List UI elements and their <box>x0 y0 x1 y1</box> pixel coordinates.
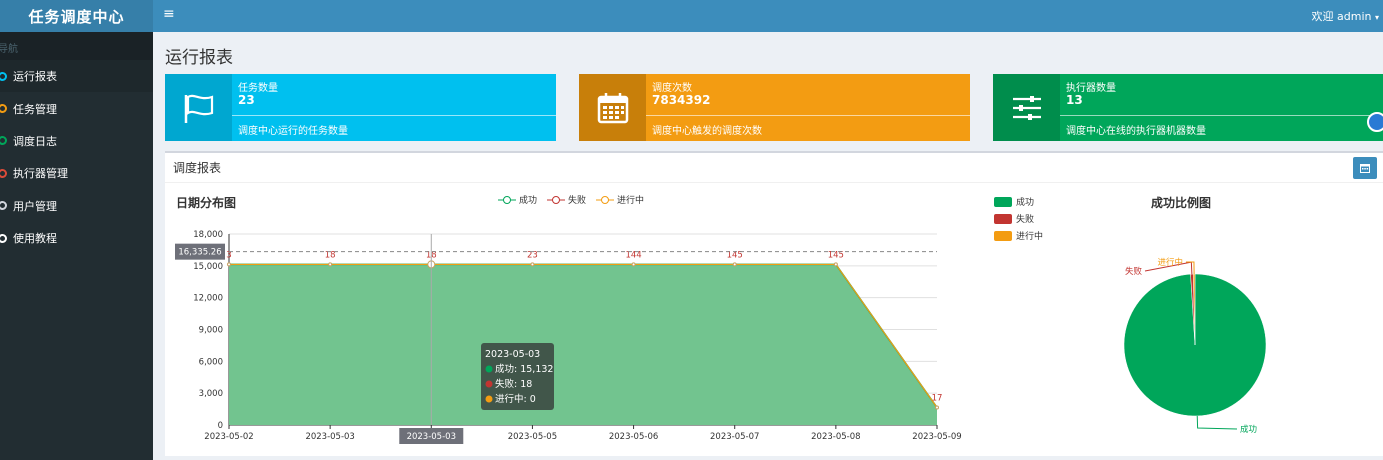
info-box-progress <box>232 115 556 116</box>
data-point[interactable] <box>328 262 333 267</box>
info-box-label: 任务数量 <box>238 83 278 94</box>
chart-tooltip: 2023-05-03 成功: 15,132 失败: 18 进行中: 0 <box>481 343 554 410</box>
sliders-icon <box>993 74 1060 141</box>
tooltip-marker <box>485 395 493 403</box>
main-content: 运行报表 任务数量 23 调度中心运行的任务数量 调度次数 7834392 调度中心触发的… <box>153 32 1383 460</box>
sidebar-item[interactable]: 运行报表 <box>0 60 153 93</box>
circle-icon <box>0 233 7 243</box>
user-menu[interactable]: 欢迎 admin ▾ <box>1312 8 1379 24</box>
info-box: 执行器数量 13 调度中心在线的执行器机器数量 <box>993 74 1383 141</box>
info-box-body: 执行器数量 13 调度中心在线的执行器机器数量 <box>1060 74 1383 141</box>
x-tick-label: 2023-05-08 <box>811 432 860 442</box>
data-point[interactable] <box>227 262 231 267</box>
info-box: 调度次数 7834392 调度中心触发的调度次数 <box>579 74 970 141</box>
y-tick-label: 18,000 <box>193 230 223 240</box>
x-tick-label: 2023-05-03 <box>305 432 354 442</box>
tooltip-line: 成功: 15,132 <box>495 363 553 375</box>
app-logo[interactable]: 任务调度中心 <box>0 0 153 32</box>
page-title: 运行报表 <box>165 48 233 68</box>
flag-icon <box>165 74 232 141</box>
menu-toggle-icon[interactable]: ≡ <box>163 6 175 22</box>
sidebar-item-label: 运行报表 <box>13 70 57 84</box>
tooltip-marker <box>485 365 493 373</box>
info-box-description: 调度中心触发的调度次数 <box>652 126 762 137</box>
circle-icon <box>0 168 7 178</box>
data-point[interactable] <box>833 262 838 267</box>
user-greeting: 欢迎 admin <box>1311 10 1372 23</box>
tooltip-line: 进行中: 0 <box>495 393 536 405</box>
pie-slice-label: 失败 <box>1125 266 1143 277</box>
failure-data-label: 144 <box>625 250 641 260</box>
sidebar: 导航 运行报表任务管理调度日志执行器管理用户管理使用教程 <box>0 32 153 460</box>
info-box-description: 调度中心运行的任务数量 <box>238 126 348 137</box>
pie-label-line <box>1185 261 1195 275</box>
series-area-success[interactable] <box>229 264 937 425</box>
calendar-icon <box>579 74 646 141</box>
report-panel-title: 调度报表 <box>173 161 222 175</box>
circle-icon <box>0 201 7 211</box>
info-box-body: 调度次数 7834392 调度中心触发的调度次数 <box>646 74 970 141</box>
info-box-label: 调度次数 <box>652 83 692 94</box>
top-navbar: ≡ 欢迎 admin ▾ <box>153 0 1383 32</box>
data-point[interactable] <box>631 262 636 267</box>
tooltip-date: 2023-05-03 <box>485 349 540 360</box>
x-tick-label: 2023-05-06 <box>609 432 658 442</box>
pie-slice-label: 进行中 <box>1157 257 1183 268</box>
info-box-number: 13 <box>1066 93 1083 107</box>
tooltip-line: 失败: 18 <box>495 378 532 390</box>
sidebar-item-label: 使用教程 <box>13 232 57 246</box>
y-tick-label: 3,000 <box>199 389 223 399</box>
caret-down-icon: ▾ <box>1374 13 1379 22</box>
sidebar-item[interactable]: 执行器管理 <box>0 157 153 189</box>
info-box-progress <box>646 115 970 116</box>
pie-label-line <box>1196 415 1238 430</box>
pie-slice-label: 成功 <box>1240 424 1257 435</box>
sidebar-item-label: 调度日志 <box>13 134 57 148</box>
sidebar-item[interactable]: 任务管理 <box>0 92 153 124</box>
info-box-progress <box>1060 115 1383 116</box>
y-tick-label: 12,000 <box>193 294 223 304</box>
sidebar-item-label: 执行器管理 <box>13 167 68 181</box>
sidebar-item[interactable]: 调度日志 <box>0 125 153 157</box>
cursor-y-label: 16,335.26 <box>178 248 221 258</box>
info-box: 任务数量 23 调度中心运行的任务数量 <box>165 74 556 141</box>
sidebar-item[interactable]: 使用教程 <box>0 222 153 254</box>
fingerprint-icon[interactable] <box>1367 112 1383 132</box>
sidebar-item-label: 用户管理 <box>13 199 57 213</box>
x-tick-label: 2023-05-07 <box>710 432 759 442</box>
info-box-label: 执行器数量 <box>1066 83 1116 94</box>
y-tick-label: 6,000 <box>199 357 223 367</box>
date-distribution-chart[interactable]: 0 3,000 6,000 9,000 12,000 15,000 18,000 2023-0… <box>165 183 965 460</box>
y-tick-label: 0 <box>218 421 223 431</box>
circle-icon <box>0 104 7 114</box>
cursor-x-label: 2023-05-03 <box>407 432 456 442</box>
info-box-body: 任务数量 23 调度中心运行的任务数量 <box>232 74 556 141</box>
x-tick-label: 2023-05-02 <box>204 432 253 442</box>
sidebar-item-label: 任务管理 <box>13 102 57 116</box>
circle-icon <box>0 136 7 146</box>
sidebar-menu: 运行报表任务管理调度日志执行器管理用户管理使用教程 <box>0 60 153 254</box>
failure-data-label: 17 <box>932 393 943 403</box>
date-range-button[interactable] <box>1353 157 1377 179</box>
circle-icon <box>0 71 7 81</box>
calendar-icon <box>1360 164 1370 173</box>
x-tick-label: 2023-05-05 <box>508 432 557 442</box>
info-box-description: 调度中心在线的执行器机器数量 <box>1066 126 1206 137</box>
data-point[interactable] <box>732 262 737 267</box>
sidebar-header: 导航 <box>0 32 153 60</box>
y-tick-label: 9,000 <box>199 326 223 336</box>
y-tick-label: 15,000 <box>193 262 223 272</box>
info-box-number: 7834392 <box>652 93 711 107</box>
success-ratio-chart[interactable]: 成功 失败 进行中 <box>1005 183 1375 453</box>
tooltip-marker <box>485 380 493 388</box>
report-panel: 调度报表 日期分布图 成功 失败 进行中 0 3,000 6,000 9,000 12,00… <box>165 151 1383 456</box>
data-point[interactable] <box>530 262 535 267</box>
sidebar-item[interactable]: 用户管理 <box>0 190 153 222</box>
info-box-number: 23 <box>238 93 255 107</box>
x-tick-label: 2023-05-09 <box>912 432 961 442</box>
data-point[interactable] <box>935 405 939 410</box>
